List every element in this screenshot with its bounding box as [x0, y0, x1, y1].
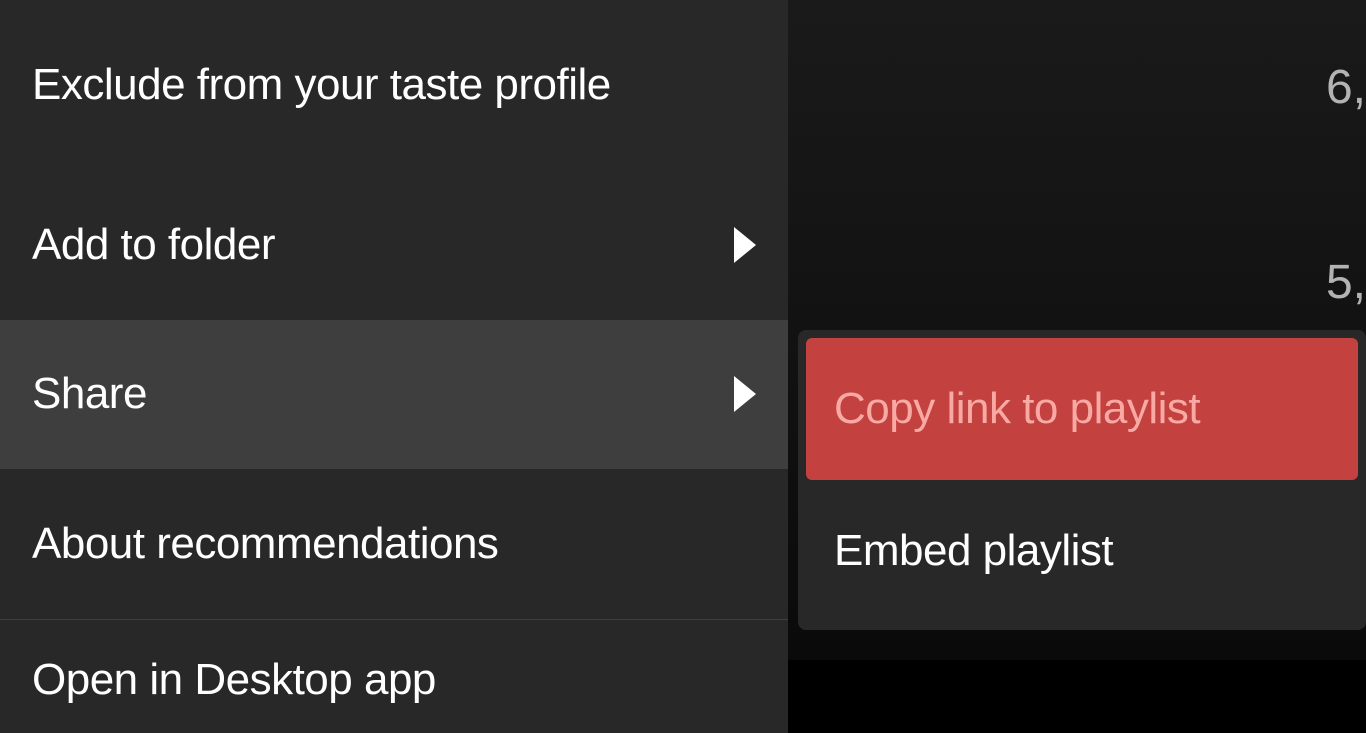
submenu-item-label: Copy link to playlist	[834, 384, 1200, 434]
submenu-item-embed-playlist[interactable]: Embed playlist	[806, 480, 1358, 622]
menu-item-label: About recommendations	[32, 519, 498, 569]
chevron-right-icon	[734, 227, 756, 263]
context-menu: Exclude from your taste profile Add to f…	[0, 0, 788, 733]
menu-item-label: Open in Desktop app	[32, 655, 436, 705]
menu-item-about-recommendations[interactable]: About recommendations	[0, 469, 788, 619]
menu-item-label: Share	[32, 369, 147, 419]
menu-item-add-to-folder[interactable]: Add to folder	[0, 170, 788, 320]
menu-item-label: Exclude from your taste profile	[32, 60, 611, 110]
background-number: 5,	[1326, 255, 1366, 310]
menu-item-share[interactable]: Share	[0, 320, 788, 470]
menu-item-open-desktop-app[interactable]: Open in Desktop app	[0, 620, 788, 733]
menu-item-exclude-taste-profile[interactable]: Exclude from your taste profile	[0, 0, 788, 170]
menu-item-label: Add to folder	[32, 220, 275, 270]
submenu-item-copy-link[interactable]: Copy link to playlist	[806, 338, 1358, 480]
submenu-item-label: Embed playlist	[834, 526, 1113, 576]
chevron-right-icon	[734, 376, 756, 412]
share-submenu: Copy link to playlist Embed playlist	[798, 330, 1366, 630]
background-number: 6,	[1326, 60, 1366, 115]
